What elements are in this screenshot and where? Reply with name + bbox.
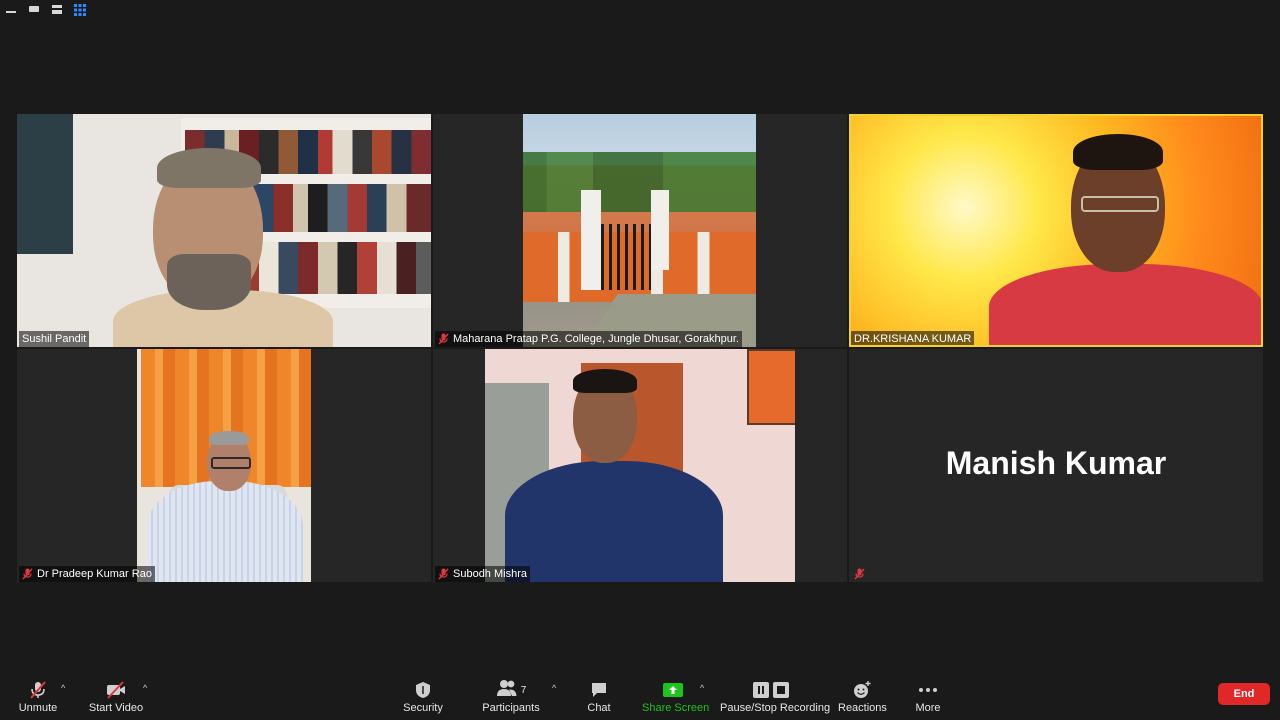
glasses — [211, 457, 251, 469]
person-beard — [167, 254, 251, 310]
share-screen-button[interactable]: Share Screen — [642, 680, 709, 718]
share-screen-icon — [642, 680, 704, 700]
gallery-strip-icon[interactable] — [28, 3, 40, 15]
person-body — [147, 481, 303, 582]
participant-name-tag — [851, 566, 872, 582]
participant-name-tag: Sushil Pandit — [19, 331, 90, 347]
participants-button[interactable]: 7 Participants — [482, 679, 540, 718]
person-hair — [1073, 134, 1163, 170]
participant-name-tag: Dr Pradeep Kumar Rao — [19, 566, 155, 582]
person-body — [505, 461, 723, 582]
participant-display-name: Manish Kumar — [945, 445, 1167, 481]
security-button[interactable]: Security — [400, 680, 446, 718]
gate — [601, 224, 651, 290]
recording-icon — [720, 680, 824, 700]
chat-button[interactable]: Chat — [582, 680, 616, 718]
video-options-caret[interactable]: ^ — [143, 683, 147, 693]
more-button[interactable]: More — [910, 680, 946, 718]
mic-muted-icon — [854, 568, 865, 580]
pause-stop-recording-button[interactable]: Pause/Stop Recording — [720, 680, 830, 718]
participant-video — [523, 114, 756, 347]
participant-tile-college[interactable]: Maharana Pratap P.G. College, Jungle Dhu… — [433, 114, 847, 347]
participant-tile-krishana[interactable]: DR.KRISHANA KUMAR — [849, 114, 1263, 347]
speaker-view-icon[interactable] — [51, 3, 63, 15]
trees — [523, 152, 756, 212]
gate-pillar — [651, 190, 669, 270]
participant-video — [137, 349, 311, 582]
person-body — [989, 264, 1263, 347]
participant-video — [17, 114, 431, 347]
participant-video — [849, 114, 1263, 347]
participant-name-tag: DR.KRISHANA KUMAR — [851, 331, 975, 347]
top-bar — [0, 0, 1280, 20]
gallery-view-icon[interactable] — [74, 3, 86, 16]
reactions-button[interactable]: Reactions — [838, 680, 887, 718]
person-hair — [573, 369, 637, 393]
person-hair — [157, 148, 261, 188]
participant-name-tag: Subodh Mishra — [435, 566, 530, 582]
more-icon — [910, 680, 946, 700]
audio-options-caret[interactable]: ^ — [61, 683, 65, 693]
video-off-icon — [86, 680, 146, 700]
person-hair — [209, 431, 249, 445]
shield-icon — [400, 680, 446, 700]
mic-muted-icon — [438, 568, 449, 580]
participant-video — [485, 349, 795, 582]
mic-muted-icon — [22, 568, 33, 580]
unmute-button[interactable]: Unmute — [14, 680, 62, 718]
minimize-icon[interactable] — [5, 3, 17, 15]
participant-name-tag: Maharana Pratap P.G. College, Jungle Dhu… — [435, 331, 742, 347]
mic-muted-icon — [438, 333, 449, 345]
gate-pillar — [581, 190, 601, 290]
participant-count: 7 — [520, 684, 527, 696]
share-options-caret[interactable]: ^ — [700, 683, 704, 693]
meeting-toolbar: Unmute ^ Start Video ^ Security 7 Partic… — [0, 676, 1280, 720]
participant-tile-subodh[interactable]: Subodh Mishra — [433, 349, 847, 582]
chat-icon — [582, 680, 616, 700]
participant-tile-manish[interactable]: Manish Kumar — [849, 349, 1263, 582]
reactions-icon — [838, 680, 886, 700]
mic-muted-icon — [14, 680, 62, 700]
start-video-button[interactable]: Start Video — [86, 680, 146, 718]
participant-tile-sushil[interactable]: Sushil Pandit — [17, 114, 431, 347]
participants-icon — [496, 679, 518, 702]
end-meeting-button[interactable]: End — [1218, 683, 1270, 705]
participants-options-caret[interactable]: ^ — [552, 683, 556, 693]
participant-tile-pradeep[interactable]: Dr Pradeep Kumar Rao — [17, 349, 431, 582]
wall-painting — [17, 114, 73, 254]
glasses — [1081, 196, 1159, 212]
wall-frame — [747, 349, 795, 425]
